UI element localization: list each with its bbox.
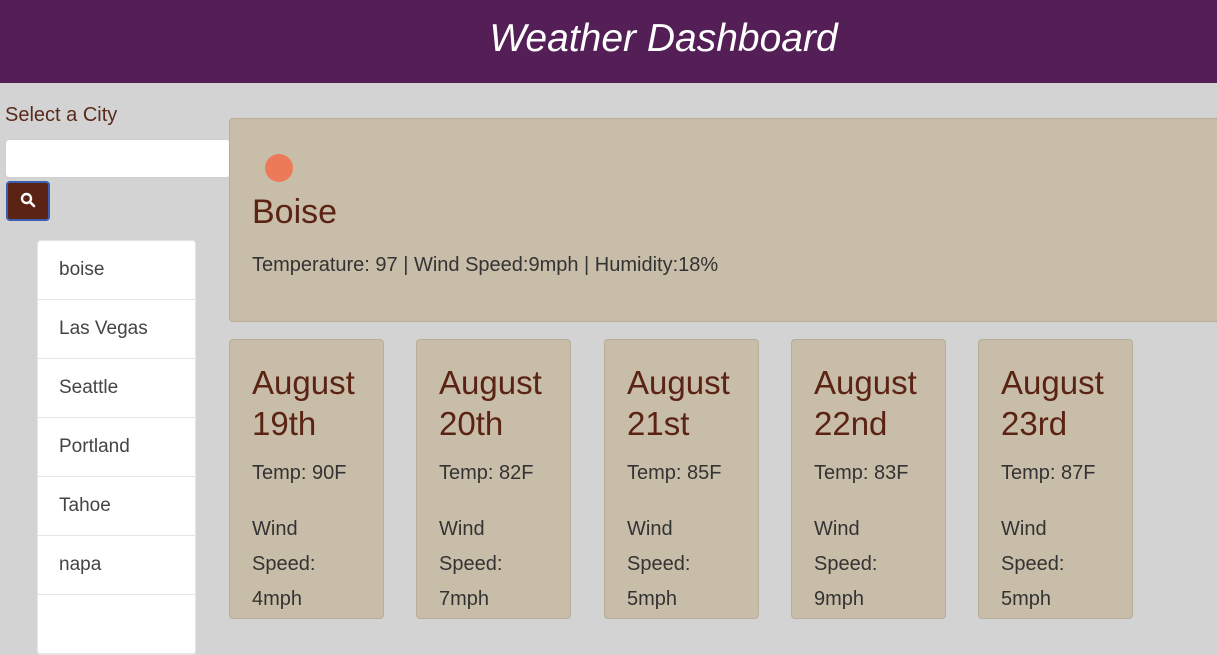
city-list-item[interactable]: Tahoe [38,477,195,536]
forecast-date: August 20th [439,364,542,442]
forecast-temp: Temp: 83F [814,462,909,484]
city-list-item[interactable]: napa [38,536,195,595]
forecast-card: August 20th Temp: 82F Wind Speed: 7mph [416,339,571,619]
forecast-date: August 23rd [1001,364,1104,442]
city-list-item[interactable]: Seattle [38,359,195,418]
city-list-item[interactable] [38,595,195,654]
city-list-item[interactable]: Las Vegas [38,300,195,359]
city-history-list: boise Las Vegas Seattle Portland Tahoe n… [37,240,196,655]
search-icon [20,192,36,211]
forecast-card: August 21st Temp: 85F Wind Speed: 5mph [604,339,759,619]
forecast-wind: Wind Speed: 5mph [1001,518,1065,610]
app-header: Weather Dashboard [0,0,1217,83]
forecast-temp: Temp: 90F [252,462,347,484]
forecast-wind: Wind Speed: 5mph [627,518,691,610]
forecast-date: August 19th [252,364,355,442]
current-weather-card: Boise Temperature: 97 | Wind Speed:9mph … [229,118,1217,322]
search-button[interactable] [6,181,50,221]
select-city-label: Select a City [5,104,118,126]
forecast-card: August 23rd Temp: 87F Wind Speed: 5mph [978,339,1133,619]
forecast-card: August 19th Temp: 90F Wind Speed: 4mph [229,339,384,619]
forecast-card: August 22nd Temp: 83F Wind Speed: 9mph [791,339,946,619]
page-title: Weather Dashboard [489,17,838,60]
forecast-temp: Temp: 85F [627,462,722,484]
city-list-item[interactable]: Portland [38,418,195,477]
current-city-name: Boise [252,193,338,231]
forecast-temp: Temp: 87F [1001,462,1096,484]
forecast-wind: Wind Speed: 7mph [439,518,503,610]
city-list-item[interactable]: boise [38,241,195,300]
forecast-temp: Temp: 82F [439,462,534,484]
forecast-wind: Wind Speed: 4mph [252,518,316,610]
forecast-wind: Wind Speed: 9mph [814,518,878,610]
sun-icon [265,154,293,182]
city-search-input[interactable] [5,139,231,178]
current-weather-stats: Temperature: 97 | Wind Speed:9mph | Humi… [252,254,719,276]
forecast-date: August 22nd [814,364,917,442]
forecast-date: August 21st [627,364,730,442]
